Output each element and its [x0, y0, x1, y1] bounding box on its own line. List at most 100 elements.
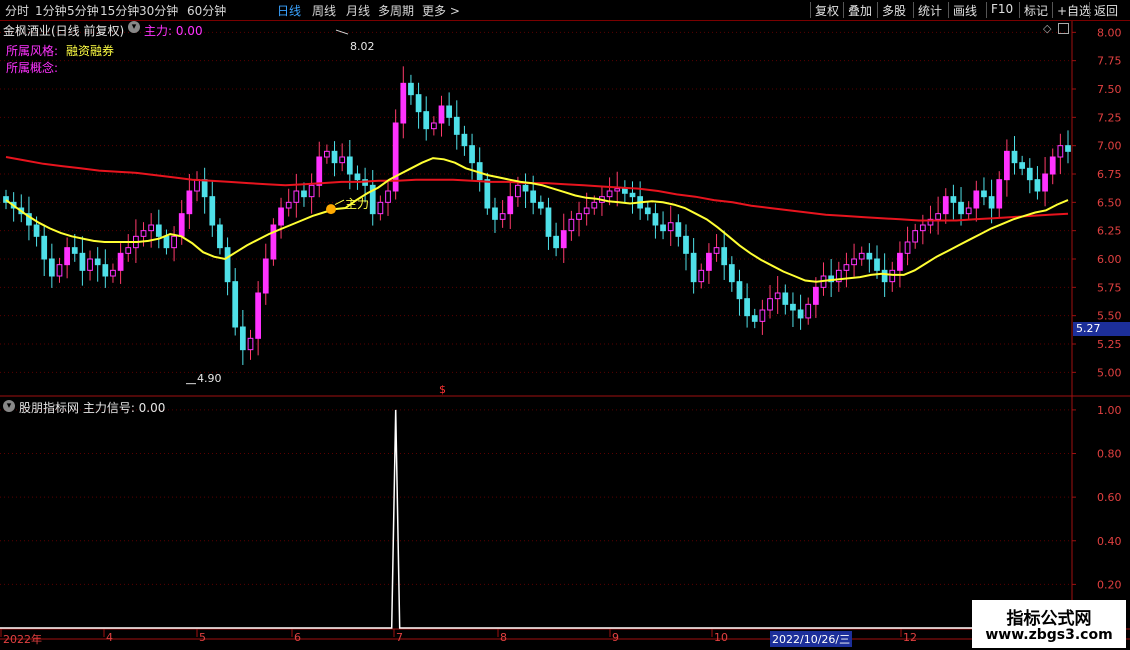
- diamond-icon[interactable]: ◇: [1043, 22, 1051, 35]
- candle-body: [652, 213, 659, 226]
- candle-body: [110, 269, 116, 277]
- candle-body: [1034, 179, 1041, 192]
- candle-body: [324, 150, 330, 158]
- candle-body: [377, 201, 384, 215]
- stock-title: 金枫酒业(日线 前复权): [3, 24, 125, 38]
- candle-body: [41, 235, 48, 260]
- x-tick-label: 8: [500, 631, 507, 644]
- candle-body: [285, 201, 292, 209]
- candle-body: [415, 94, 422, 113]
- candle-body: [736, 281, 743, 300]
- candle-body: [721, 247, 728, 266]
- candle-body: [492, 207, 498, 220]
- candle-body: [201, 179, 208, 198]
- candle-body: [866, 252, 873, 260]
- signal-dot: [326, 204, 336, 215]
- candle-body: [614, 188, 621, 192]
- y-tick-label: 5.75: [1097, 281, 1122, 294]
- candle-body: [713, 247, 720, 254]
- candle-body: [629, 192, 636, 198]
- candle-body: [117, 252, 124, 271]
- sub-y-tick-label: 0.80: [1097, 448, 1122, 461]
- candle-body: [1019, 162, 1026, 169]
- candle-body: [667, 222, 674, 232]
- candle-body: [171, 235, 177, 249]
- candle-body: [874, 258, 880, 271]
- candle-body: [148, 224, 155, 232]
- candle-body: [453, 116, 460, 135]
- high-pointer: [335, 29, 349, 35]
- candle-body: [385, 190, 391, 203]
- candle-body: [507, 196, 514, 215]
- candle-body: [660, 224, 666, 232]
- candle-body: [293, 190, 300, 203]
- current-price-tag: 5.27: [1073, 322, 1130, 336]
- y-tick-label: 5.50: [1097, 310, 1122, 323]
- candle-body: [262, 258, 269, 294]
- candle-body: [331, 150, 338, 164]
- settings-icon[interactable]: ▾: [128, 21, 140, 33]
- candle-body: [843, 264, 850, 271]
- candle-body: [446, 105, 453, 118]
- candle-body: [430, 122, 437, 130]
- candle-body: [958, 201, 964, 215]
- sub-y-tick-label: 0.60: [1097, 491, 1122, 504]
- candle-body: [400, 82, 407, 124]
- candle-body: [140, 230, 147, 237]
- low-label: 4.90: [197, 372, 222, 385]
- signal-label: 主力: [345, 197, 370, 211]
- candle-body: [308, 184, 315, 198]
- candle-body: [996, 179, 1003, 209]
- candle-body: [782, 292, 789, 305]
- dollar-mark: $: [439, 383, 446, 396]
- watermark: 指标公式网 www.zbgs3.com: [972, 600, 1126, 648]
- square-icon[interactable]: [1058, 23, 1069, 34]
- candle-body: [178, 213, 185, 237]
- sub-y-tick-label: 1.00: [1097, 404, 1122, 417]
- candle-body: [209, 196, 216, 226]
- candle-body: [1057, 145, 1064, 158]
- candle-body: [935, 213, 941, 220]
- candle-body: [423, 111, 430, 130]
- candle-body: [346, 156, 353, 175]
- candle-body: [942, 196, 949, 215]
- sub-settings-icon[interactable]: ▾: [3, 400, 15, 412]
- x-tick-label: 12: [903, 631, 917, 644]
- candle-body: [339, 156, 346, 164]
- candle-body: [94, 258, 101, 266]
- candle-body: [499, 213, 506, 220]
- signal-spike-line: [0, 409, 1072, 629]
- candle-body: [728, 264, 735, 283]
- candle-body: [56, 264, 63, 277]
- y-tick-label: 6.50: [1097, 196, 1122, 209]
- y-tick-label: 5.00: [1097, 366, 1122, 379]
- sub-y-tick-label: 0.40: [1097, 535, 1122, 548]
- candle-body: [553, 235, 559, 249]
- candle-body: [354, 173, 361, 181]
- candle-body: [706, 252, 712, 271]
- candle-body: [981, 190, 987, 198]
- watermark-line1: 指标公式网: [1006, 609, 1092, 629]
- y-tick-label: 6.75: [1097, 168, 1122, 181]
- candle-body: [1004, 150, 1010, 181]
- candle-body: [1011, 150, 1018, 164]
- candle-body: [163, 235, 170, 249]
- candle-body: [858, 252, 865, 260]
- candle-body: [186, 190, 193, 215]
- candle-body: [606, 190, 613, 198]
- candle-body: [232, 281, 239, 328]
- candle-body: [469, 145, 475, 164]
- x-tick-label: 10: [714, 631, 728, 644]
- candle-body: [515, 184, 521, 198]
- candle-body: [774, 292, 781, 300]
- candle-body: [767, 298, 773, 311]
- candle-body: [194, 179, 200, 192]
- candle-body: [438, 105, 445, 124]
- y-tick-label: 8.00: [1097, 26, 1122, 39]
- y-tick-label: 7.25: [1097, 111, 1122, 124]
- candle-body: [530, 190, 537, 203]
- candle-body: [904, 241, 911, 254]
- candle-body: [537, 201, 544, 209]
- candle-body: [797, 309, 804, 319]
- concept-label: 所属概念:: [6, 61, 59, 75]
